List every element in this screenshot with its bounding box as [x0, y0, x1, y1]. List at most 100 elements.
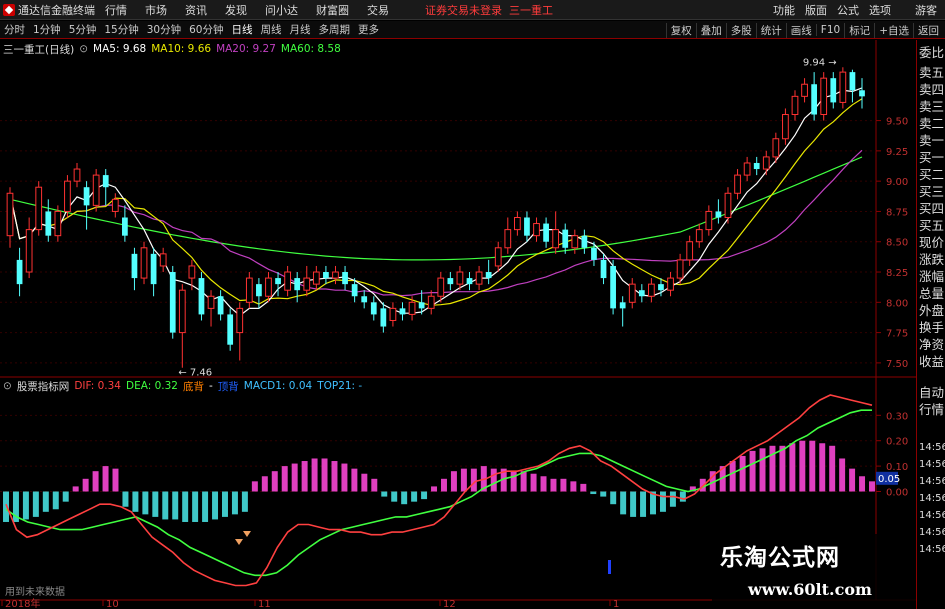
candle-body	[562, 229, 569, 248]
menu-item-quotes[interactable]: 行情	[105, 2, 127, 18]
macd-bar	[550, 478, 557, 492]
macd-bar	[580, 483, 587, 492]
macd-bar	[570, 481, 577, 492]
macd-bar	[411, 491, 418, 502]
candle-body	[227, 314, 234, 345]
macd-bar	[212, 491, 219, 520]
macd-bar	[152, 491, 159, 517]
menu-item-market[interactable]: 市场	[145, 2, 167, 18]
f10-button[interactable]: F10	[815, 24, 844, 36]
macd-bar	[281, 466, 288, 492]
add-watchlist-button[interactable]: +自选	[874, 22, 913, 38]
menu-layout[interactable]: 版面	[805, 2, 827, 18]
macd-bar	[52, 491, 59, 510]
menu-guest[interactable]: 游客	[915, 2, 937, 18]
settings-icon[interactable]: ⊙	[79, 43, 88, 55]
menu-item-trade[interactable]: 交易	[367, 2, 389, 18]
menu-item-wealth[interactable]: 财富圈	[316, 2, 349, 18]
stock-name: 三一重工	[509, 3, 553, 17]
period-1min[interactable]: 1分钟	[33, 22, 61, 37]
menu-item-discover[interactable]: 发现	[225, 2, 247, 18]
ma60-label: MA60: 8.58	[280, 43, 341, 55]
menu-formula[interactable]: 公式	[837, 2, 859, 18]
candle-body	[111, 198, 119, 212]
candle-body	[408, 301, 416, 315]
macd-bar	[520, 471, 527, 492]
period-week[interactable]: 周线	[261, 22, 282, 37]
macd-bar	[311, 458, 318, 492]
candle-body	[849, 72, 856, 91]
sub-chart-info: ⊙ 股票指标网 DIF: 0.34 DEA: 0.32 底背 - 顶背 MACD…	[3, 379, 367, 393]
back-button[interactable]: 返回	[913, 22, 943, 38]
macd-bar	[321, 458, 328, 492]
panel-item: 卖五	[919, 65, 945, 80]
period-60min[interactable]: 60分钟	[189, 22, 223, 37]
candle-body	[6, 192, 14, 237]
candle-body	[475, 271, 483, 285]
candle-body	[524, 217, 530, 236]
macd-bar	[381, 491, 388, 497]
period-15min[interactable]: 15分钟	[104, 22, 138, 37]
watermark: 乐淘公式网 www.60lt.com	[712, 534, 916, 609]
current-value-label: 0.05	[878, 474, 900, 485]
candle-body	[686, 241, 694, 261]
kline-chart[interactable]: 9.50 9.25 9.00 8.75 8.50 8.25 8.00 7.75 7.50 9.94…	[0, 40, 916, 609]
panel-time: 14:56	[919, 459, 945, 470]
macd-bar	[142, 491, 149, 515]
period-30min[interactable]: 30分钟	[147, 22, 181, 37]
macd-bar	[729, 461, 736, 492]
period-month[interactable]: 月线	[290, 22, 311, 37]
menu-function[interactable]: 功能	[773, 2, 795, 18]
overlay-button[interactable]: 叠加	[695, 22, 726, 38]
macd-bar	[669, 491, 676, 507]
settings-icon[interactable]: ⊙	[3, 380, 12, 392]
macd-bar	[460, 468, 467, 492]
bottom-divergence-marker	[235, 539, 243, 545]
macd-bar	[779, 445, 786, 492]
macd-bar	[749, 450, 756, 492]
multi-stock-button[interactable]: 多股	[725, 22, 756, 38]
period-multi[interactable]: 多周期	[319, 22, 351, 37]
menu-options[interactable]: 选项	[869, 2, 891, 18]
login-status[interactable]: 证券交易未登录 三一重工	[425, 2, 553, 18]
macd-bar	[819, 443, 826, 492]
bottom-divergence-marker	[243, 531, 251, 537]
quote-side-panel[interactable]: 委比 卖五 卖四 卖三 卖二 卖一 买一 买二 买三 买四 买五 现价 涨跌 涨幅 总量 外盘 换手 净资 收益 自动…	[916, 40, 945, 609]
period-day[interactable]: 日线	[232, 22, 253, 37]
period-tick[interactable]: 分时	[4, 22, 25, 37]
toolbar-right: 复权 叠加 多股 统计 画线 F10 标记 +自选 返回	[665, 21, 943, 39]
ma5-line	[9, 87, 863, 317]
adjust-button[interactable]: 复权	[665, 22, 696, 38]
indicator-name[interactable]: 股票指标网	[17, 379, 70, 394]
macd-bar	[261, 476, 268, 492]
candle-body	[533, 223, 540, 237]
period-5min[interactable]: 5分钟	[69, 22, 97, 37]
stats-button[interactable]: 统计	[755, 22, 786, 38]
macd-bar	[351, 468, 358, 492]
panel-time: 14:56	[919, 510, 945, 521]
chart-title: 三一重工(日线)	[3, 43, 75, 56]
y-tick-label: 9.25	[886, 147, 908, 158]
candle-body	[169, 272, 176, 333]
candle-body	[628, 283, 636, 303]
panel-item: 卖一	[919, 133, 945, 148]
menu-item-news[interactable]: 资讯	[185, 2, 207, 18]
y-tick-label: 8.75	[886, 207, 908, 218]
panel-item: 买二	[919, 167, 945, 182]
macd-bar	[869, 481, 875, 492]
candle-body	[140, 247, 148, 279]
mark-button[interactable]: 标记	[844, 22, 874, 38]
candle-body	[380, 308, 387, 327]
panel-item: 买五	[919, 218, 945, 233]
macd-bar	[789, 443, 796, 492]
login-status-text: 证券交易未登录	[425, 3, 502, 17]
menu-item-ask[interactable]: 问小达	[265, 2, 298, 18]
candle-body	[743, 162, 751, 176]
candle-body	[418, 302, 425, 309]
draw-button[interactable]: 画线	[785, 22, 816, 38]
panel-top-label: 委比	[919, 45, 945, 60]
macd-bar	[679, 491, 686, 502]
candle-body	[217, 296, 224, 315]
period-more[interactable]: 更多	[358, 22, 379, 37]
candle-body	[361, 296, 368, 303]
